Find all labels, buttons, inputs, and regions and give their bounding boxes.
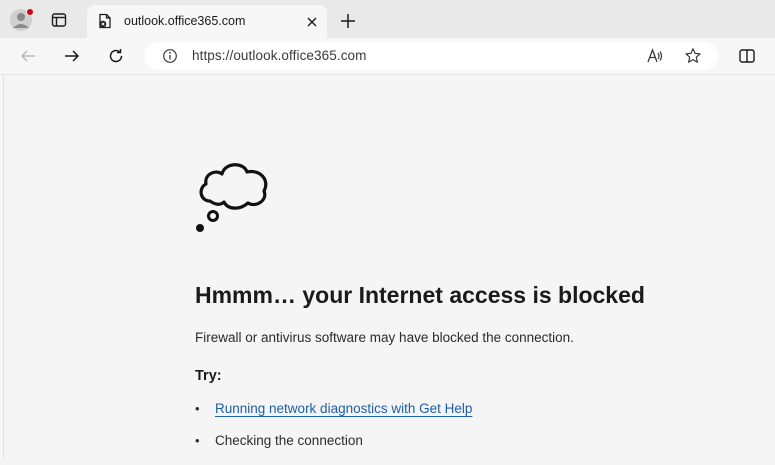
suggestion-item: • Running network diagnostics with Get H… bbox=[195, 401, 472, 433]
tab-title: outlook.office365.com bbox=[124, 14, 246, 28]
bullet-icon: • bbox=[195, 433, 200, 448]
page-content: Hmmm… your Internet access is blocked Fi… bbox=[3, 75, 775, 458]
tab-bar: outlook.office365.com bbox=[0, 0, 775, 38]
suggestion-item: • Checking the connection bbox=[195, 433, 472, 465]
forward-icon[interactable] bbox=[63, 47, 81, 65]
url-text[interactable]: https://outlook.office365.com bbox=[192, 48, 367, 63]
browser-toolbar: https://outlook.office365.com bbox=[0, 38, 775, 75]
profile-avatar[interactable] bbox=[8, 7, 34, 33]
page-error-icon bbox=[97, 13, 113, 29]
address-bar[interactable]: https://outlook.office365.com bbox=[144, 42, 718, 70]
new-tab-icon[interactable] bbox=[339, 12, 357, 30]
active-tab[interactable]: outlook.office365.com bbox=[87, 5, 327, 38]
read-aloud-icon[interactable] bbox=[646, 47, 664, 65]
close-tab-icon[interactable] bbox=[305, 15, 319, 29]
workspaces-icon[interactable] bbox=[50, 11, 68, 29]
favorite-star-icon[interactable] bbox=[684, 47, 702, 65]
check-connection-text: Checking the connection bbox=[215, 433, 363, 448]
bullet-icon: • bbox=[195, 401, 200, 416]
thought-cloud-icon bbox=[192, 158, 274, 236]
network-diagnostics-link[interactable]: Running network diagnostics with Get Hel… bbox=[215, 401, 472, 416]
refresh-icon[interactable] bbox=[107, 47, 125, 65]
error-description: Firewall or antivirus software may have … bbox=[195, 330, 574, 345]
error-heading: Hmmm… your Internet access is blocked bbox=[195, 282, 645, 308]
try-label: Try: bbox=[195, 368, 222, 384]
suggestions-list: • Running network diagnostics with Get H… bbox=[195, 401, 472, 465]
back-icon[interactable] bbox=[19, 47, 37, 65]
split-screen-icon[interactable] bbox=[738, 47, 756, 65]
site-info-icon[interactable] bbox=[162, 48, 178, 64]
